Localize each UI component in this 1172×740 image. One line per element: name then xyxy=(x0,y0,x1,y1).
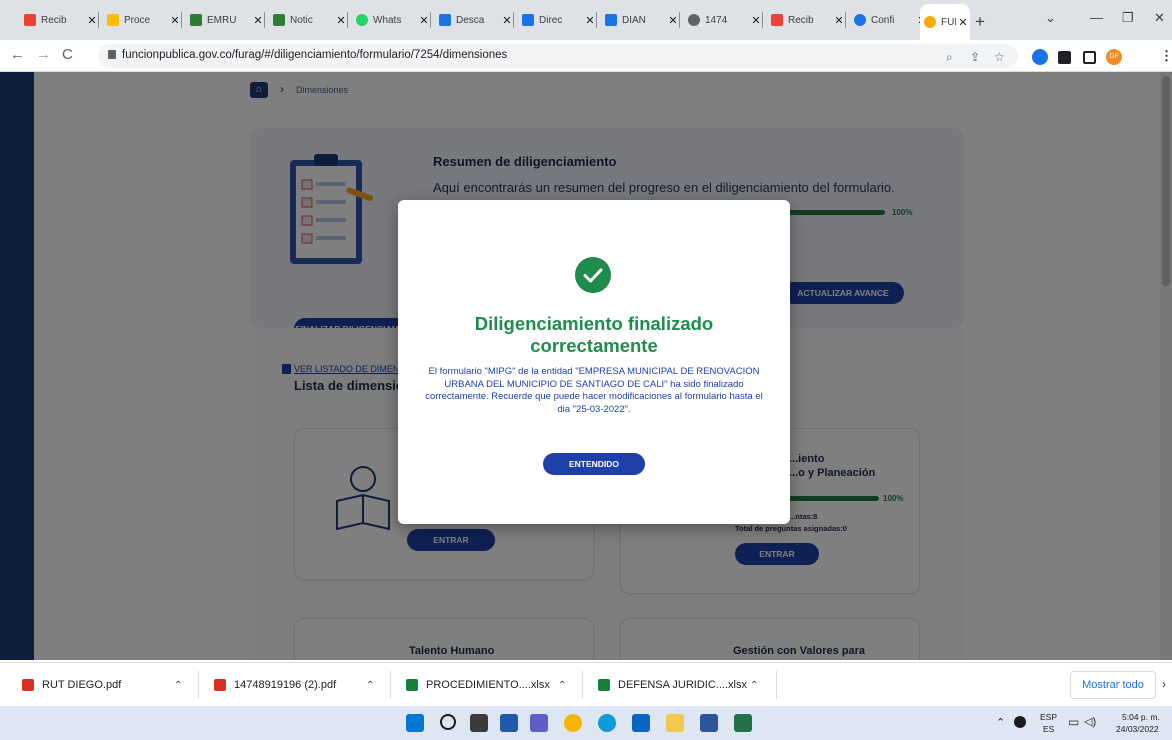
search-icon[interactable] xyxy=(440,714,456,730)
close-icon[interactable]: ✕ xyxy=(334,14,348,27)
tab-whatsapp[interactable]: Whats ✕ xyxy=(348,8,431,32)
close-icon[interactable]: ✕ xyxy=(583,14,597,27)
success-modal: Diligenciamiento finalizado correctament… xyxy=(398,200,790,524)
edge-icon[interactable] xyxy=(598,714,616,732)
tab-descargas[interactable]: Desca ✕ xyxy=(431,8,514,32)
whatsapp-icon xyxy=(356,14,368,26)
globe-icon xyxy=(688,14,700,26)
browser-toolbar: ← → C funcionpublica.gov.co/furag/#/dili… xyxy=(0,40,1172,72)
file-explorer-icon[interactable] xyxy=(666,714,684,732)
tab-dian[interactable]: DIAN ✕ xyxy=(597,8,680,32)
app-tray-icon[interactable] xyxy=(1014,716,1026,728)
downloads-bar: RUT DIEGO.pdf ⌃ 14748919196 (2).pdf ⌃ PR… xyxy=(0,662,1172,706)
download-icon xyxy=(439,14,451,26)
download-item[interactable]: 14748919196 (2).pdf ⌃ xyxy=(214,663,390,707)
pdf-icon xyxy=(214,679,226,691)
tab-config[interactable]: Confi ✕ xyxy=(846,8,929,32)
site-icon xyxy=(190,14,202,26)
back-icon[interactable]: ← xyxy=(10,46,25,63)
extension-icon[interactable] xyxy=(1032,49,1048,65)
chevron-up-icon[interactable]: ⌃ xyxy=(750,680,758,691)
volume-icon[interactable]: ◁) xyxy=(1084,715,1096,728)
task-view-icon[interactable] xyxy=(470,714,488,732)
side-panel-icon[interactable] xyxy=(1083,51,1096,64)
word-icon[interactable] xyxy=(700,714,718,732)
tab-drive[interactable]: Proce ✕ xyxy=(99,8,182,32)
language-indicator-sub[interactable]: ES xyxy=(1043,724,1054,734)
close-icon[interactable]: ✕ xyxy=(85,14,99,27)
zoom-icon[interactable]: ⌕ xyxy=(946,50,953,65)
gear-icon xyxy=(854,14,866,26)
share-icon[interactable]: ⇪ xyxy=(970,50,980,64)
language-indicator[interactable]: ESP xyxy=(1040,712,1057,722)
excel-icon xyxy=(598,679,610,691)
widgets-icon[interactable] xyxy=(500,714,518,732)
tab-direccion[interactable]: Direc ✕ xyxy=(514,8,597,32)
address-bar[interactable]: funcionpublica.gov.co/furag/#/diligencia… xyxy=(98,44,1018,68)
url-text: funcionpublica.gov.co/furag/#/diligencia… xyxy=(122,49,508,61)
tab-furag-active[interactable]: FURA ✕ xyxy=(920,4,970,40)
modal-message: El formulario "MIPG" de la entidad "EMPR… xyxy=(425,366,763,415)
close-icon[interactable]: ✕ xyxy=(168,14,182,27)
tab-gmail-2[interactable]: Recib ✕ xyxy=(763,8,846,32)
gmail-icon xyxy=(771,14,783,26)
site-icon xyxy=(522,14,534,26)
modal-title: Diligenciamiento finalizado correctament… xyxy=(474,313,714,356)
download-item[interactable]: PROCEDIMIENTO....xlsx ⌃ xyxy=(406,663,582,707)
close-icon[interactable]: ✕ xyxy=(251,14,265,27)
chevron-up-icon[interactable]: ⌃ xyxy=(996,716,1005,729)
tab-gmail-1[interactable]: Recib ✕ xyxy=(16,8,99,32)
network-icon[interactable]: ▭ xyxy=(1068,715,1079,729)
chevron-up-icon[interactable]: ⌃ xyxy=(174,680,182,691)
tab-14748[interactable]: 1474 ✕ xyxy=(680,8,763,32)
excel-icon xyxy=(406,679,418,691)
chevron-up-icon[interactable]: ⌃ xyxy=(366,680,374,691)
close-icon[interactable]: ✕ xyxy=(417,14,431,27)
site-icon xyxy=(273,14,285,26)
excel-icon[interactable] xyxy=(734,714,752,732)
close-icon[interactable]: ✕ xyxy=(500,14,514,27)
windows-start-icon[interactable] xyxy=(406,714,424,732)
furag-icon xyxy=(924,16,936,28)
minimize-button[interactable]: — xyxy=(1090,10,1103,25)
chrome-icon[interactable] xyxy=(564,714,582,732)
check-circle-icon xyxy=(575,257,611,293)
drive-icon xyxy=(107,14,119,26)
new-tab-button[interactable]: + xyxy=(975,12,985,32)
lock-icon xyxy=(108,50,116,59)
avatar[interactable]: DF xyxy=(1106,49,1122,65)
chat-icon[interactable] xyxy=(530,714,548,732)
clock-time[interactable]: 5:04 p. m. xyxy=(1122,712,1160,722)
show-all-button[interactable]: Mostrar todo xyxy=(1070,671,1156,699)
chevron-right-icon[interactable]: › xyxy=(1162,677,1166,691)
gmail-icon xyxy=(24,14,36,26)
tab-strip: Recib ✕ Proce ✕ EMRU ✕ Notic ✕ Whats ✕ D… xyxy=(0,0,1172,40)
menu-kebab-icon[interactable]: ⋮ xyxy=(1160,48,1172,64)
download-item[interactable]: DEFENSA JURIDIC....xlsx ⌃ xyxy=(598,663,774,707)
restore-button[interactable]: ❐ xyxy=(1122,10,1134,26)
forward-icon[interactable]: → xyxy=(36,46,51,63)
close-window-button[interactable]: ✕ xyxy=(1154,10,1165,26)
chevron-up-icon[interactable]: ⌃ xyxy=(558,680,566,691)
close-icon[interactable]: ✕ xyxy=(956,16,970,29)
understood-button[interactable]: ENTENDIDO xyxy=(543,453,645,475)
close-icon[interactable]: ✕ xyxy=(666,14,680,27)
reload-icon[interactable]: C xyxy=(62,46,73,63)
close-icon[interactable]: ✕ xyxy=(749,14,763,27)
tab-emru[interactable]: EMRU ✕ xyxy=(182,8,265,32)
taskbar: ⌃ ESP ES ▭ ◁) 5:04 p. m. 24/03/2022 xyxy=(0,706,1172,740)
tab-noticias[interactable]: Notic ✕ xyxy=(265,8,348,32)
pdf-icon xyxy=(22,679,34,691)
clock-date[interactable]: 24/03/2022 xyxy=(1116,724,1159,734)
tab-search-icon[interactable]: ⌄ xyxy=(1045,10,1056,26)
extensions-puzzle-icon[interactable] xyxy=(1058,51,1071,64)
outlook-icon[interactable] xyxy=(632,714,650,732)
page-content: ⌂ › Dimensiones Resumen de diligenciamie… xyxy=(0,72,1172,660)
close-icon[interactable]: ✕ xyxy=(832,14,846,27)
bookmark-star-icon[interactable]: ☆ xyxy=(994,50,1005,64)
download-item[interactable]: RUT DIEGO.pdf ⌃ xyxy=(22,663,198,707)
site-icon xyxy=(605,14,617,26)
